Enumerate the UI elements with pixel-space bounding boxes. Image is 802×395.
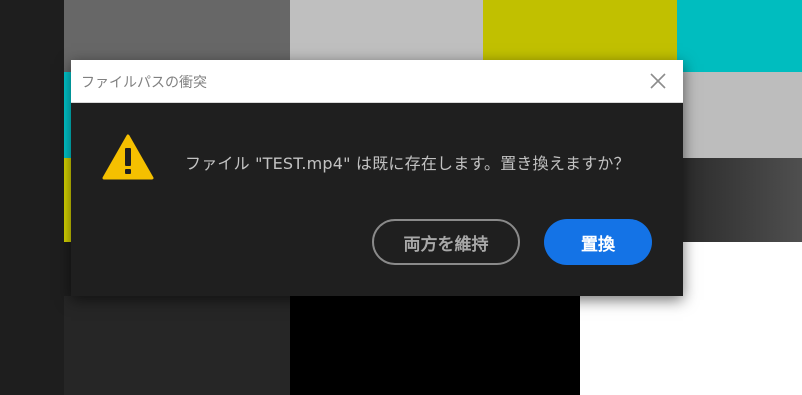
- background-color-bar-gray-edge: [64, 60, 71, 72]
- background-gradient-bar: [677, 158, 802, 242]
- screen: ファイルパスの衝突 ファイル "TEST.mp4" は既に存在します。置き換えま…: [0, 0, 802, 395]
- background-color-bar-silver: [290, 0, 483, 60]
- background-color-bar-cyan: [677, 0, 802, 72]
- background-color-bar-yellow-edge: [64, 158, 71, 242]
- file-path-conflict-dialog: ファイルパスの衝突 ファイル "TEST.mp4" は既に存在します。置き換えま…: [71, 60, 683, 296]
- background-color-bar-cyan-edge: [64, 72, 71, 158]
- keep-both-button[interactable]: 両方を維持: [372, 219, 520, 265]
- background-color-bar-yellow: [483, 0, 677, 60]
- dialog-message: ファイル "TEST.mp4" は既に存在します。置き換えますか？: [185, 154, 630, 173]
- replace-button[interactable]: 置換: [544, 219, 652, 265]
- background-color-bar-gray: [64, 0, 290, 60]
- background-color-bar-silver-right: [677, 72, 802, 158]
- background-color-bar-black: [290, 296, 580, 395]
- close-icon[interactable]: [647, 70, 669, 92]
- background-color-bar-dark: [64, 296, 290, 395]
- dialog-header: ファイルパスの衝突: [71, 60, 683, 103]
- background-panel: [0, 0, 64, 395]
- dialog-title: ファイルパスの衝突: [81, 75, 207, 91]
- warning-triangle-icon: [102, 133, 154, 181]
